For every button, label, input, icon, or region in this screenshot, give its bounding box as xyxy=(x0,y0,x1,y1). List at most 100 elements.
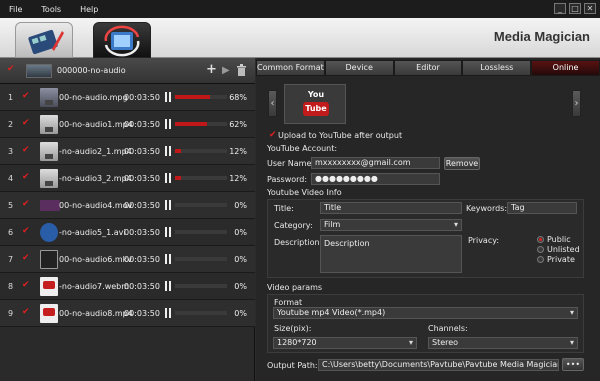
close-button[interactable]: ✕ xyxy=(584,3,596,14)
menu-help[interactable]: Help xyxy=(80,5,98,14)
video-params-heading: Video params xyxy=(267,283,323,292)
tab-online[interactable]: Online xyxy=(531,60,600,76)
tab-lossless[interactable]: Lossless xyxy=(462,60,532,76)
pause-icon[interactable] xyxy=(165,92,172,102)
file-row[interactable]: 9 00-no-audio8.mp400:03:50 0% xyxy=(0,300,255,327)
browse-button[interactable]: ••• xyxy=(562,358,584,371)
file-thumbnail xyxy=(40,115,58,134)
file-row[interactable]: 5 00-no-audio4.mov00:03:50 0% xyxy=(0,192,255,219)
row-checkbox[interactable] xyxy=(22,199,31,210)
tab-editor[interactable]: Editor xyxy=(393,60,463,76)
menu-tools[interactable]: Tools xyxy=(41,5,61,14)
progress-fill xyxy=(175,176,182,180)
file-row[interactable]: 2 00-no-audio1.mp400:03:50 62% xyxy=(0,111,255,138)
progress-percent: 62% xyxy=(229,120,247,129)
minimize-button[interactable]: _ xyxy=(554,3,566,14)
title-field[interactable]: Title xyxy=(320,202,462,214)
pause-icon[interactable] xyxy=(165,227,172,237)
progress-percent: 0% xyxy=(234,255,247,264)
file-thumbnail xyxy=(40,304,58,323)
username-label: User Name: xyxy=(267,159,315,168)
privacy-private-label: Private xyxy=(547,255,575,264)
progress-bar xyxy=(175,176,227,180)
privacy-unlisted-radio[interactable] xyxy=(537,246,544,253)
title-label: Title: xyxy=(274,204,294,213)
privacy-private-radio[interactable] xyxy=(537,256,544,263)
description-textarea[interactable]: Description xyxy=(320,235,462,273)
select-all-checkbox[interactable] xyxy=(7,64,16,75)
row-checkbox[interactable] xyxy=(22,226,31,237)
tab-device[interactable]: Device xyxy=(324,60,394,76)
file-duration: 00:03:50 xyxy=(124,309,160,318)
tab-common-format[interactable]: Common Format xyxy=(256,60,325,76)
trash-icon[interactable] xyxy=(236,64,247,79)
keywords-field[interactable]: Tag xyxy=(507,202,577,214)
convert-mode-tab[interactable] xyxy=(93,22,151,58)
channels-value: Stereo xyxy=(432,338,459,347)
category-select[interactable]: Film xyxy=(320,219,462,231)
file-duration: 00:03:50 xyxy=(124,174,160,183)
file-name: 00-no-audio.mpg xyxy=(59,93,128,102)
next-arrow-icon[interactable]: › xyxy=(572,90,581,117)
password-label: Password: xyxy=(267,175,308,184)
row-checkbox[interactable] xyxy=(22,91,31,102)
pause-icon[interactable] xyxy=(165,200,172,210)
privacy-unlisted-label: Unlisted xyxy=(547,245,580,254)
row-checkbox[interactable] xyxy=(22,145,31,156)
file-row[interactable]: 3 -no-audio2_1.mp400:03:50 12% xyxy=(0,138,255,165)
row-checkbox[interactable] xyxy=(22,172,31,183)
file-row[interactable]: 1 00-no-audio.mpg00:03:50 68% xyxy=(0,84,255,111)
pause-icon[interactable] xyxy=(165,254,172,264)
file-row[interactable]: 7 00-no-audio6.mkv00:03:50 0% xyxy=(0,246,255,273)
app-header: Media Magician xyxy=(0,18,600,58)
progress-fill xyxy=(175,149,182,153)
channels-select[interactable]: Stereo xyxy=(428,337,578,349)
title-bar: File Tools Help _ □ ✕ xyxy=(0,0,600,18)
pause-icon[interactable] xyxy=(165,173,172,183)
progress-fill xyxy=(175,95,211,99)
username-field[interactable]: mxxxxxxxx@gmail.com xyxy=(311,157,440,169)
remove-button[interactable]: Remove xyxy=(444,157,480,170)
category-label: Category: xyxy=(274,221,313,230)
row-checkbox[interactable] xyxy=(22,307,31,318)
file-duration: 00:03:50 xyxy=(124,120,160,129)
editor-mode-tab[interactable] xyxy=(15,22,73,58)
row-checkbox[interactable] xyxy=(22,253,31,264)
prev-arrow-icon[interactable]: ‹ xyxy=(268,90,277,117)
format-select[interactable]: Youtube mp4 Video(*.mp4) xyxy=(273,307,578,319)
maximize-button[interactable]: □ xyxy=(569,3,581,14)
file-thumbnail xyxy=(40,88,58,107)
youtube-logo[interactable]: You Tube xyxy=(284,84,346,124)
row-checkbox[interactable] xyxy=(22,280,31,291)
format-value: Youtube mp4 Video(*.mp4) xyxy=(277,308,386,317)
size-value: 1280*720 xyxy=(277,338,317,347)
progress-percent: 12% xyxy=(229,174,247,183)
video-info-heading: Youtube Video Info xyxy=(267,188,342,197)
category-value: Film xyxy=(324,220,341,229)
pause-icon[interactable] xyxy=(165,281,172,291)
file-row[interactable]: 6 -no-audio5_1.avi00:03:50 0% xyxy=(0,219,255,246)
settings-panel: Common Format Device Editor Lossless Onl… xyxy=(256,58,600,381)
file-row[interactable]: 4 -no-audio3_2.mp400:03:50 12% xyxy=(0,165,255,192)
privacy-public-radio[interactable] xyxy=(537,236,544,243)
privacy-public-label: Public xyxy=(547,235,571,244)
password-field[interactable]: ●●●●●●●●● xyxy=(311,173,440,185)
size-select[interactable]: 1280*720 xyxy=(273,337,417,349)
output-path-field[interactable]: C:\Users\betty\Documents\Pavtube\Pavtube… xyxy=(318,359,559,371)
file-thumbnail xyxy=(40,277,58,296)
play-icon[interactable]: ▶ xyxy=(222,65,230,76)
plus-icon[interactable]: + xyxy=(206,62,217,77)
row-checkbox[interactable] xyxy=(22,118,31,129)
channels-label: Channels: xyxy=(428,324,468,333)
file-name: 00-no-audio1.mp4 xyxy=(59,120,133,129)
file-thumbnail xyxy=(40,223,58,242)
pause-icon[interactable] xyxy=(165,119,172,129)
pause-icon[interactable] xyxy=(165,308,172,318)
project-thumbnail xyxy=(26,64,52,78)
upload-checkbox[interactable] xyxy=(269,130,278,141)
menu-file[interactable]: File xyxy=(9,5,22,14)
row-index: 2 xyxy=(8,120,14,129)
pause-icon[interactable] xyxy=(165,146,172,156)
progress-bar xyxy=(175,122,227,126)
file-row[interactable]: 8 -no-audio7.webm00:03:50 0% xyxy=(0,273,255,300)
